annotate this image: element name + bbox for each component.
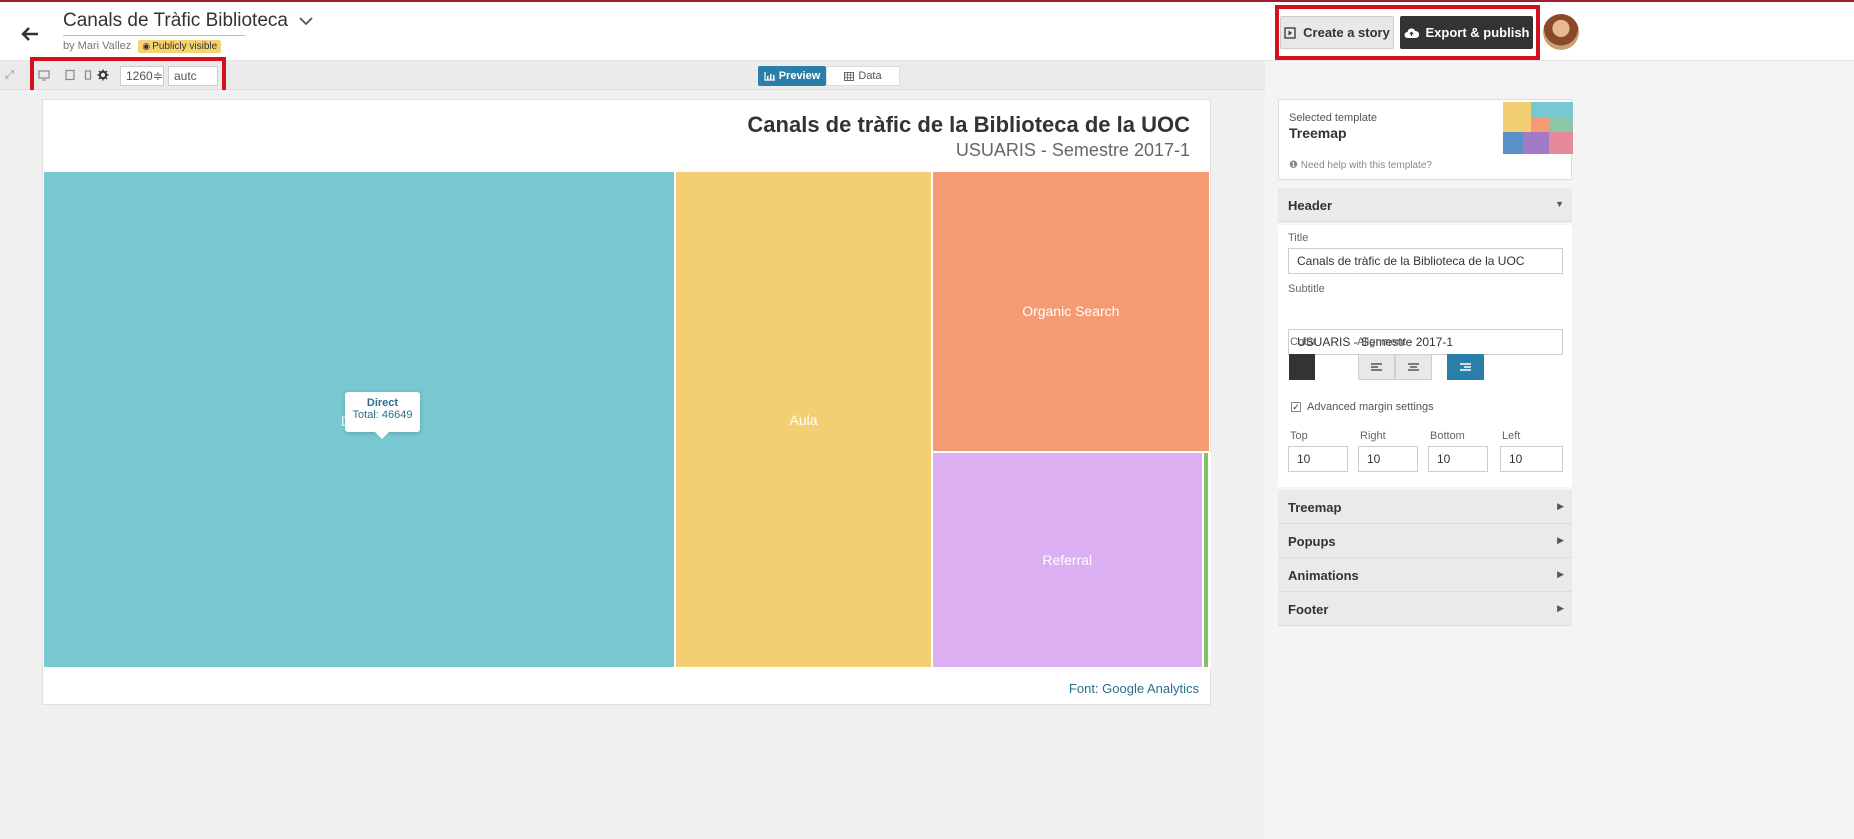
align-center-button[interactable] [1395, 354, 1432, 380]
visibility-badge-label: Publicly visible [152, 41, 218, 52]
treemap-cell-label: Referral [1042, 551, 1093, 568]
desktop-icon[interactable] [38, 69, 50, 81]
margin-top-input[interactable]: 10 [1288, 446, 1348, 472]
align-center-icon [1408, 362, 1419, 371]
margin-bottom-input[interactable]: 10 [1428, 446, 1488, 472]
advanced-margin-toggle[interactable]: ✓ Advanced margin settings [1291, 401, 1434, 413]
settings-gear-icon[interactable] [97, 69, 109, 81]
alignment-label: Alignment [1357, 336, 1406, 348]
treemap-cell[interactable] [1209, 451, 1212, 668]
tablet-icon[interactable] [64, 69, 76, 81]
byline: by Mari Vallez ◉ Publicly visible [63, 40, 222, 53]
eye-icon: ◉ [142, 41, 151, 51]
tab-data[interactable]: Data [826, 66, 900, 86]
section-animations-label: Animations [1288, 568, 1359, 583]
chart-icon [764, 71, 775, 81]
caret-down-icon: ▼ [1555, 199, 1564, 209]
template-help-text: Need help with this template? [1300, 160, 1432, 171]
expand-icon[interactable]: ⤢ [5, 69, 14, 82]
margin-right-input[interactable]: 10 [1358, 446, 1418, 472]
section-header-label: Header [1288, 198, 1333, 213]
template-thumbnail [1503, 102, 1573, 154]
align-right-icon [1460, 362, 1471, 371]
treemap-cell-label: Organic Search [1022, 303, 1120, 320]
checkbox-checked-icon[interactable]: ✓ [1291, 402, 1301, 412]
chart-subtitle: USUARIS - Semestre 2017-1 [955, 140, 1190, 160]
export-publish-label: Export & publish [1425, 25, 1530, 40]
height-field[interactable]: autc [168, 66, 218, 86]
margin-left-input[interactable]: 10 [1500, 446, 1563, 472]
document-title[interactable]: Canals de Tràfic Biblioteca [63, 10, 313, 32]
title-input[interactable]: Canals de tràfic de la Biblioteca de la … [1288, 248, 1563, 274]
align-right-button[interactable] [1447, 354, 1484, 380]
section-header[interactable]: Header ▼ [1278, 188, 1572, 222]
author-text: by Mari Vallez [63, 40, 132, 52]
section-animations[interactable]: Animations ▶ [1278, 558, 1572, 592]
section-footer[interactable]: Footer ▶ [1278, 592, 1572, 626]
section-popups-label: Popups [1288, 534, 1336, 549]
color-label: Color [1290, 336, 1317, 348]
back-arrow-icon[interactable] [18, 22, 42, 46]
caret-right-icon: ▶ [1557, 535, 1564, 545]
align-left-icon [1371, 362, 1382, 371]
height-value: autc [174, 69, 197, 83]
subtitle-field-label: Subtitle [1288, 283, 1325, 295]
visibility-badge[interactable]: ◉ Publicly visible [138, 40, 222, 53]
treemap-cell-label: Aula [789, 411, 818, 428]
template-help-link[interactable]: ❶ Need help with this template? [1289, 160, 1432, 171]
cloud-upload-icon [1404, 27, 1419, 38]
tab-preview[interactable]: Preview [758, 66, 826, 86]
chevron-down-icon[interactable] [299, 16, 313, 26]
mobile-icon[interactable] [82, 69, 94, 81]
treemap-cell[interactable] [1202, 451, 1210, 668]
document-title-text: Canals de Tràfic Biblioteca [63, 10, 288, 31]
tooltip-value: Total: 46649 [352, 409, 413, 421]
margin-left-label: Left [1502, 430, 1521, 442]
width-stepper[interactable]: 1260≑ [120, 66, 164, 86]
table-icon [844, 71, 855, 81]
section-treemap[interactable]: Treemap ▶ [1278, 490, 1572, 524]
caret-right-icon: ▶ [1557, 501, 1564, 511]
section-treemap-label: Treemap [1288, 500, 1342, 515]
margin-top-label: Top [1290, 430, 1308, 442]
stepper-arrows-icon[interactable]: ≑ [153, 69, 163, 83]
subtitle-input[interactable]: USUARIS - Semestre 2017-1 [1288, 329, 1563, 355]
user-avatar[interactable] [1543, 14, 1579, 50]
treemap-tooltip: Direct Total: 46649 [345, 392, 420, 439]
info-icon: ❶ [1289, 160, 1298, 171]
selected-template-box: Selected template Treemap ❶ Need help wi… [1278, 99, 1573, 180]
section-footer-label: Footer [1288, 602, 1329, 617]
section-popups[interactable]: Popups ▶ [1278, 524, 1572, 558]
selected-template-label: Selected template [1289, 112, 1378, 124]
tab-data-label: Data [858, 70, 882, 82]
caret-right-icon: ▶ [1557, 603, 1564, 613]
width-value: 1260 [126, 69, 153, 83]
caret-right-icon: ▶ [1557, 569, 1564, 579]
chart-title: Canals de tràfic de la Biblioteca de la … [747, 112, 1190, 137]
title-field-label: Title [1288, 232, 1309, 244]
margin-right-label: Right [1360, 430, 1386, 442]
chart-footer: Font: Google Analytics [1068, 681, 1199, 696]
export-publish-button[interactable]: Export & publish [1400, 16, 1533, 49]
advanced-margin-label: Advanced margin settings [1307, 401, 1434, 413]
title-color-swatch[interactable] [1289, 354, 1315, 380]
create-story-button[interactable]: Create a story [1280, 16, 1394, 49]
title-underline [63, 35, 245, 36]
tooltip-name: Direct [366, 397, 399, 409]
treemap-plot: Direct Aula Organic Search Referral [43, 171, 1212, 668]
margin-bottom-label: Bottom [1430, 430, 1465, 442]
tab-preview-label: Preview [778, 70, 821, 82]
align-left-button[interactable] [1358, 354, 1395, 380]
chart-card: Canals de tràfic de la Biblioteca de la … [42, 99, 1212, 705]
create-story-label: Create a story [1303, 25, 1390, 40]
template-name: Treemap [1289, 125, 1347, 141]
play-square-icon [1284, 26, 1296, 39]
